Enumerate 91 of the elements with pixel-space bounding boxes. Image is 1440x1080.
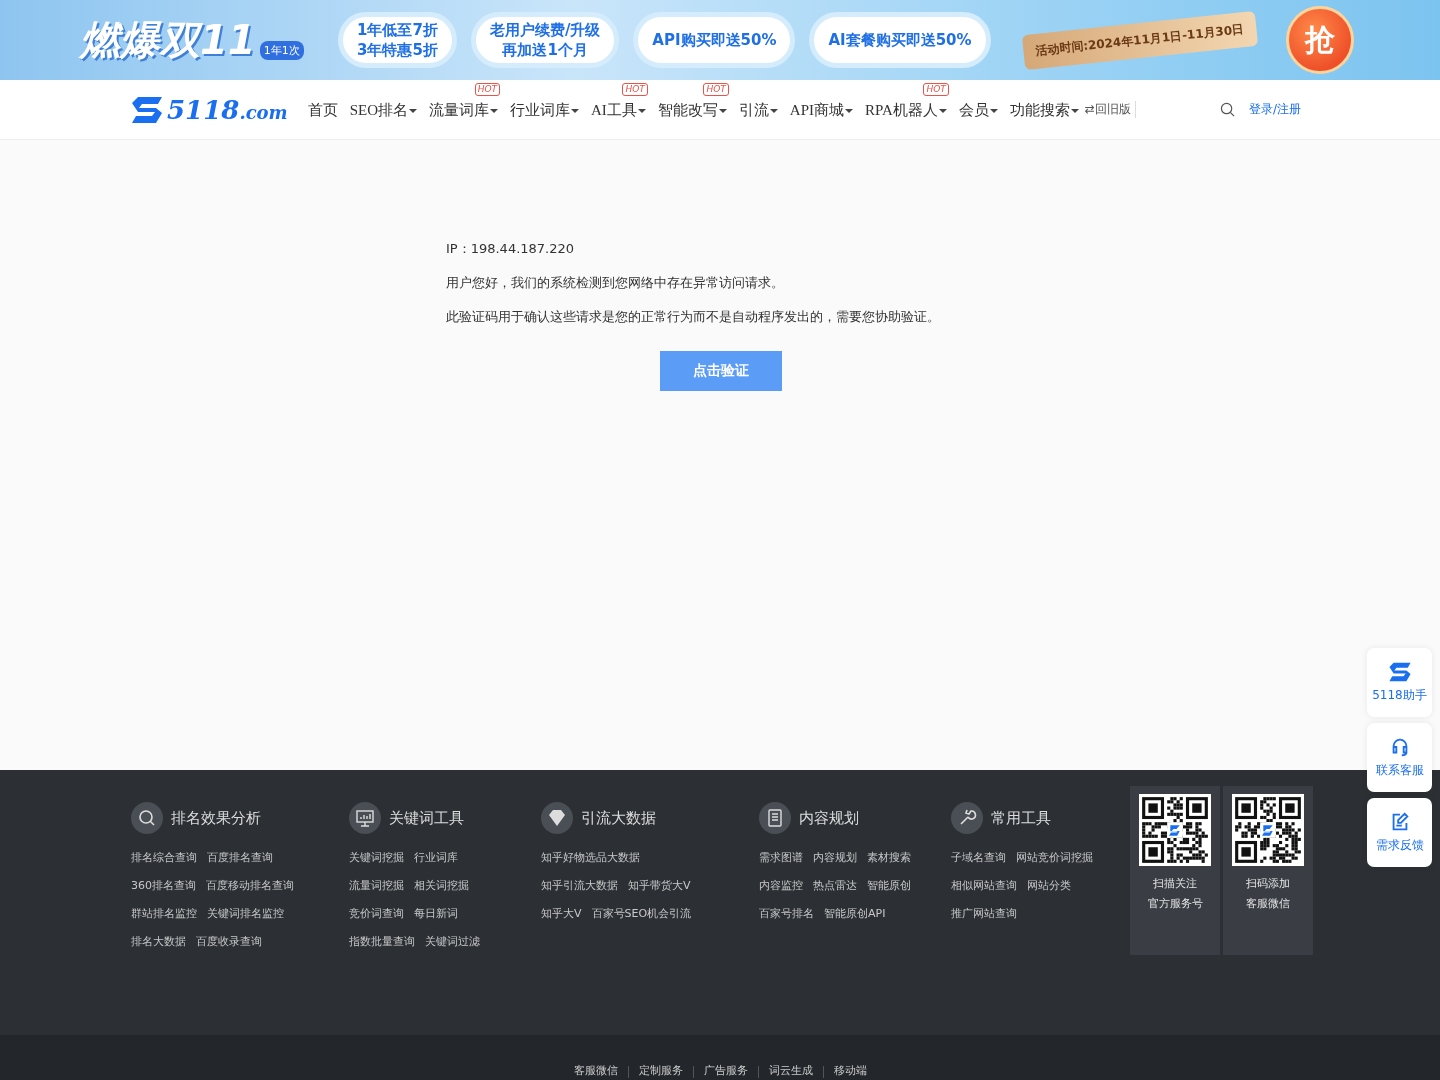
nav-menu-item[interactable]: 行业词库: [510, 101, 579, 118]
footer-link[interactable]: 子域名查询: [951, 849, 1006, 865]
qr-code: [1232, 794, 1304, 866]
footer-link[interactable]: 群站排名监控: [131, 905, 197, 921]
footer-link[interactable]: 竞价词查询: [349, 905, 404, 921]
footer-link[interactable]: 智能原创API: [824, 905, 886, 921]
footer-link[interactable]: 内容监控: [759, 877, 803, 893]
banner-badge: 1年1次: [259, 40, 304, 60]
qr-caption: 扫描关注: [1153, 876, 1197, 892]
notice-text: 此验证码用于确认这些请求是您的正常行为而不是自动程序发出的，需要您协助验证。: [446, 308, 941, 325]
bottom-link[interactable]: 移动端: [823, 1064, 877, 1080]
qr-code: [1139, 794, 1211, 866]
footer-heading: 内容规划: [799, 808, 859, 828]
bottom-link[interactable]: 广告服务: [693, 1064, 758, 1080]
nav-menu-item[interactable]: 智能改写: [657, 101, 727, 118]
nav-menu-item[interactable]: 引流: [738, 101, 778, 118]
footer-link[interactable]: 需求图谱: [759, 849, 803, 865]
footer-link[interactable]: 关键词过滤: [425, 933, 480, 949]
document-icon: [759, 802, 791, 834]
hot-badge: HOT: [474, 82, 500, 96]
footer-link[interactable]: 智能原创: [867, 877, 911, 893]
promo-text: 老用户续费/升级: [489, 20, 601, 40]
footer-link[interactable]: 网站分类: [1027, 877, 1071, 893]
side-widget-button[interactable]: 联系客服: [1367, 723, 1432, 792]
bottom-link[interactable]: 词云生成: [758, 1064, 823, 1080]
footer-heading: 关键词工具: [389, 808, 464, 828]
bottom-link[interactable]: 客服微信: [563, 1064, 628, 1080]
footer-link[interactable]: 流量词挖掘: [349, 877, 404, 893]
footer-link[interactable]: 百家号排名: [759, 905, 814, 921]
footer-link[interactable]: 素材搜索: [867, 849, 911, 865]
search-icon[interactable]: [1219, 102, 1235, 117]
qr-caption: 官方服务号: [1147, 896, 1203, 912]
footer-link[interactable]: 行业词库: [414, 849, 458, 865]
nav-menu-item[interactable]: 流量词库: [429, 101, 498, 118]
hot-badge: HOT: [622, 82, 648, 96]
footer-link[interactable]: 相关词挖掘: [414, 877, 469, 893]
footer-link[interactable]: 排名大数据: [131, 933, 186, 949]
ip-address: IP：198.44.187.220: [446, 240, 576, 257]
footer-link[interactable]: 关键词挖掘: [349, 849, 404, 865]
nav-menu-item[interactable]: SEO排名: [349, 101, 417, 118]
promo-text: 3年特惠5折: [357, 40, 438, 60]
footer-link[interactable]: 知乎大V: [541, 905, 582, 921]
qr-caption: 客服微信: [1246, 896, 1290, 912]
footer-heading: 引流大数据: [581, 808, 656, 828]
footer-link[interactable]: 知乎好物选品大数据: [541, 849, 640, 865]
promo-text: API购买即送50%: [652, 30, 777, 50]
login-link[interactable]: 登录/注册: [1248, 101, 1301, 118]
footer-link[interactable]: 推广网站查询: [951, 905, 1017, 921]
nav-menu-item[interactable]: 首页: [307, 101, 338, 118]
promo-banner[interactable]: 燃爆双11 1年1次 1年低至7折 3年特惠5折 老用户续费/升级 再加送1个月 API购买即送50% AI套餐购买即送50% 活动时间:2024年11月1日-11月30日 抢: [0, 0, 1440, 80]
footer-link[interactable]: 百度收录查询: [196, 933, 262, 949]
promo-text: 再加送1个月: [502, 40, 588, 60]
footer-link[interactable]: 360排名查询: [131, 877, 196, 893]
nav-menu-item[interactable]: 功能搜索: [1009, 101, 1079, 118]
footer-link[interactable]: 百家号SEO机会引流: [591, 905, 692, 921]
nav-menu-item[interactable]: RPA机器人: [865, 101, 947, 118]
hot-badge: HOT: [923, 82, 949, 96]
footer-link[interactable]: 指数批量查询: [349, 933, 415, 949]
wrench-icon: [951, 802, 983, 834]
footer-link[interactable]: 知乎带货大V: [628, 877, 691, 893]
banner-title: 燃爆双11: [80, 15, 256, 65]
side-widget-button[interactable]: 5118助手: [1367, 648, 1432, 717]
footer-link[interactable]: 知乎引流大数据: [541, 877, 618, 893]
nav-menu-item[interactable]: API商城: [789, 101, 853, 118]
side-widget-button[interactable]: 需求反馈: [1367, 798, 1432, 867]
event-ribbon: 活动时间:2024年11月1日-11月30日: [1021, 10, 1258, 70]
footer-heading: 常用工具: [991, 808, 1051, 828]
old-version-link[interactable]: ⇄回旧版: [1084, 101, 1136, 118]
footer-link[interactable]: 百度移动排名查询: [206, 877, 294, 893]
promo-text: 1年低至7折: [357, 20, 438, 40]
footer-link[interactable]: 热点雷达: [813, 877, 857, 893]
footer-heading: 排名效果分析: [171, 808, 261, 828]
magnifier-icon: [131, 802, 163, 834]
logo-icon: [1387, 661, 1412, 683]
promo-text: AI套餐购买即送50%: [828, 30, 972, 50]
footer-link[interactable]: 相似网站查询: [951, 877, 1017, 893]
bottom-link[interactable]: 定制服务: [628, 1064, 693, 1080]
qr-caption: 扫码添加: [1246, 876, 1290, 892]
notice-text: 用户您好，我们的系统检测到您网络中存在异常访问请求。: [446, 274, 785, 291]
nav-menu-item[interactable]: 会员: [958, 101, 998, 118]
logo-icon: [130, 94, 164, 125]
footer-link[interactable]: 排名综合查询: [131, 849, 197, 865]
footer-link[interactable]: 内容规划: [813, 849, 857, 865]
footer-link[interactable]: 网站竞价词挖掘: [1016, 849, 1093, 865]
hot-badge: HOT: [703, 82, 729, 96]
footer-link[interactable]: 百度排名查询: [207, 849, 273, 865]
footer-link[interactable]: 每日新词: [414, 905, 458, 921]
nav-menu-item[interactable]: AI工具: [591, 101, 646, 118]
site-logo[interactable]: 5118.com: [130, 94, 288, 125]
footer-link[interactable]: 关键词排名监控: [207, 905, 284, 921]
chart-monitor-icon: [349, 802, 381, 834]
